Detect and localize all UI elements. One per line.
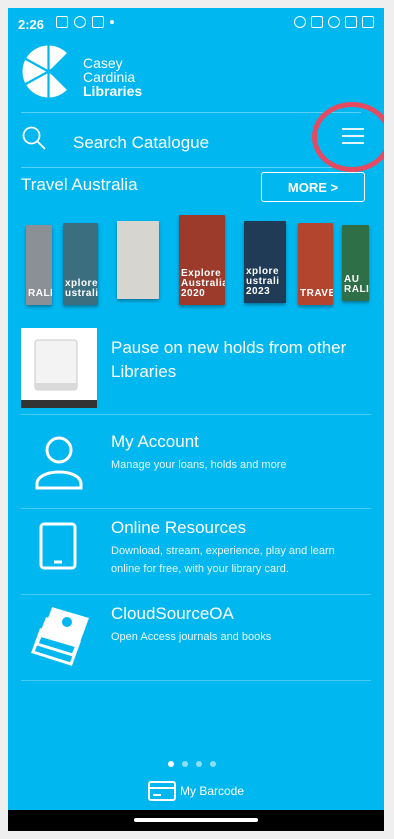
status-time: 2:26 xyxy=(18,17,45,32)
feature-title: CloudSourceOA xyxy=(111,604,234,623)
lte-icon xyxy=(311,16,323,28)
logo-line-2: Cardinia xyxy=(83,69,136,85)
book-carousel[interactable]: RALIA xplore ustralia Explore Australia … xyxy=(21,215,371,310)
feature-description: Download, stream, experience, play and l… xyxy=(111,545,335,575)
feature-description: Manage your loans, holds and more xyxy=(111,459,287,471)
feature-my-account[interactable]: My Account Manage your loans, holds and … xyxy=(21,422,371,509)
more-button[interactable]: MORE > xyxy=(261,172,365,202)
logo-mark-icon xyxy=(22,44,76,99)
app-screen: 2:26 Casey Cardinia Libraries Search Cat… xyxy=(8,8,384,831)
feature-cloudsourceoa[interactable]: CloudSourceOA Open Access journals and b… xyxy=(21,594,371,681)
book-cover[interactable]: AU RALI xyxy=(342,225,369,301)
system-navigation-bar xyxy=(8,810,384,831)
feature-title: Pause on new holds from other Libraries xyxy=(111,338,347,381)
casey-cardinia-libraries-logo: Casey Cardinia Libraries xyxy=(21,44,151,102)
status-bar: 2:26 xyxy=(8,8,384,40)
page-dot xyxy=(182,761,188,767)
feature-description: Open Access journals and books xyxy=(111,631,272,643)
book-cover[interactable] xyxy=(117,221,159,299)
tablet-icon xyxy=(39,522,77,570)
book-cover[interactable]: xplore ustrali 2023 xyxy=(244,221,286,303)
search-icon[interactable] xyxy=(21,125,47,151)
battery-icon xyxy=(362,16,374,28)
message-icon xyxy=(56,16,68,28)
signal-icon xyxy=(345,16,357,28)
my-barcode-label: My Barcode xyxy=(180,784,245,798)
book-cover[interactable]: Explore Australia 2020 xyxy=(179,215,225,305)
feature-title: My Account xyxy=(111,432,199,451)
journal-stack-icon xyxy=(31,607,89,666)
page-dot xyxy=(196,761,202,767)
logo-line-3: Libraries xyxy=(83,83,143,99)
logo-line-1: Casey xyxy=(83,55,123,71)
alarm-icon xyxy=(294,16,306,28)
feature-online-resources[interactable]: Online Resources Download, stream, exper… xyxy=(21,508,371,595)
search-bar[interactable]: Search Catalogue xyxy=(21,112,361,168)
account-icon xyxy=(35,436,83,490)
search-input[interactable]: Search Catalogue xyxy=(73,133,209,153)
page-dot xyxy=(168,761,174,767)
notification-icons xyxy=(56,16,114,28)
book-cover[interactable]: TRAVEL xyxy=(298,223,333,305)
home-gesture-handle[interactable] xyxy=(134,818,258,822)
book-cover[interactable]: xplore ustralia xyxy=(63,223,98,305)
feature-title: Online Resources xyxy=(111,518,247,537)
feature-pause-holds[interactable]: Pause on new holds from other Libraries xyxy=(21,328,371,415)
book-icon xyxy=(21,339,97,408)
system-icons xyxy=(294,16,374,28)
book-cover[interactable]: RALIA xyxy=(26,225,52,305)
logo-wordmark: Casey Cardinia Libraries xyxy=(83,56,142,98)
card-icon xyxy=(148,781,176,801)
app-icon xyxy=(74,16,86,28)
page-dot xyxy=(210,761,216,767)
dot-icon xyxy=(110,20,114,24)
hamburger-menu-icon[interactable] xyxy=(334,121,370,151)
featured-title: Travel Australia xyxy=(21,175,138,194)
my-barcode-button[interactable]: My Barcode xyxy=(148,780,244,802)
page-indicator xyxy=(168,761,216,767)
shop-icon xyxy=(92,16,104,28)
wifi-icon xyxy=(328,16,340,28)
generic-book-thumbnail xyxy=(21,328,97,408)
